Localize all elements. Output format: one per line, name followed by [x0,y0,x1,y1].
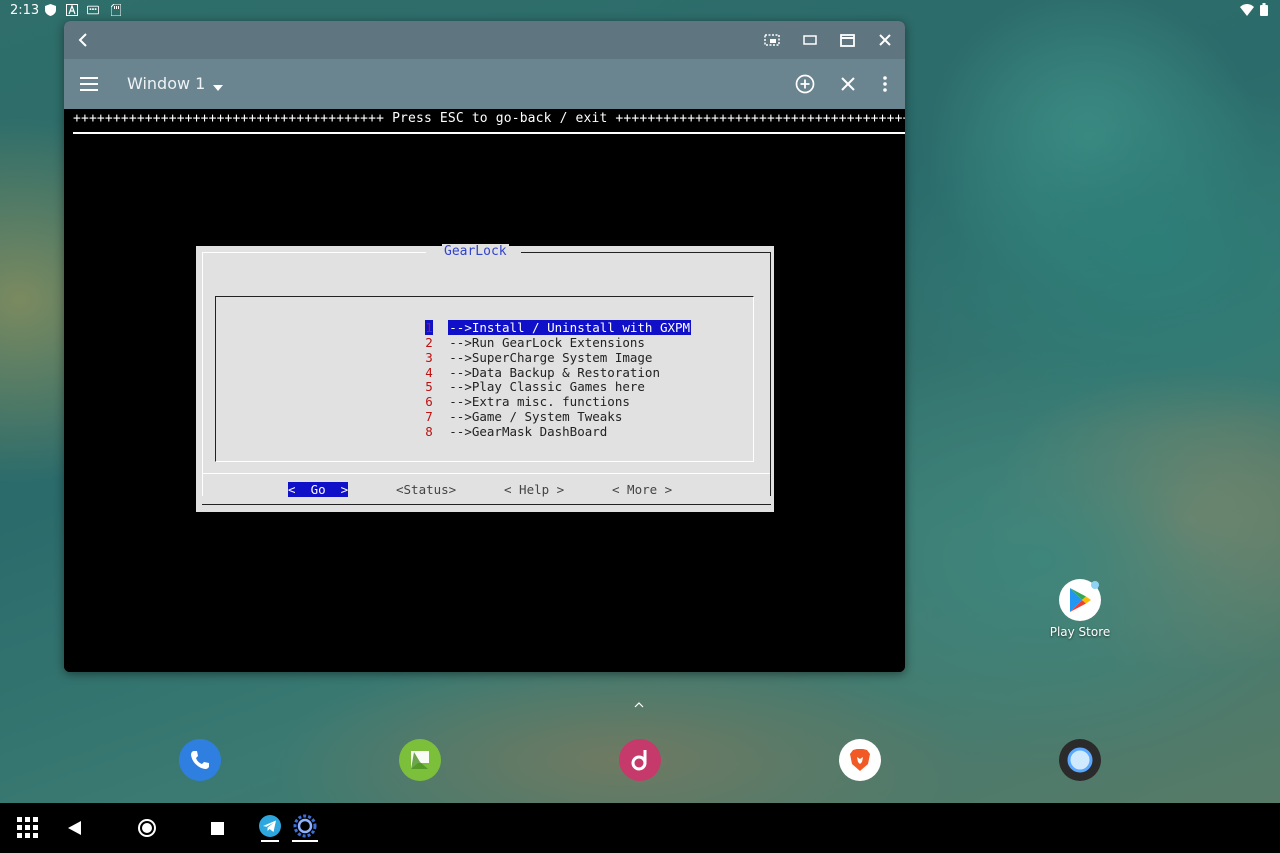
brave-browser-icon[interactable] [839,739,881,781]
help-button[interactable]: < Help > [504,482,564,497]
dialog-border [202,504,771,505]
terminal-toolbar: Window 1 [64,59,905,109]
wifi-icon [1240,3,1254,20]
menu-item-label: -->GearMask DashBoard [449,424,608,439]
dialog-border [202,252,203,496]
gearlock-dialog: GearLock 1 -->Install / Uninstall with GX… [196,244,774,512]
menu-item-install-gxpm[interactable]: 1 -->Install / Uninstall with GXPM [350,305,692,335]
status-bar: 2:13 [0,0,1280,22]
navigation-bar [0,803,1280,853]
chevron-up-icon[interactable] [634,700,644,711]
more-vert-icon[interactable] [872,71,898,97]
go-button[interactable]: < Go > [288,482,349,497]
status-time: 2:13 [10,3,40,18]
dialog-border [202,252,426,253]
menu-listbox: 1 -->Install / Uninstall with GXPM 2 -->Ru… [215,296,754,462]
telegram-icon[interactable] [258,814,282,842]
menu-item-games[interactable]: 5 -->Play Classic Games here [350,364,646,394]
menu-item-backup[interactable]: 4 -->Data Backup & Restoration [350,350,661,380]
add-circle-icon[interactable] [792,71,818,97]
keyboard-icon [87,4,99,16]
back-icon[interactable] [66,819,84,837]
more-button[interactable]: < More > [612,482,672,497]
terminal-window: Window 1 +++++++++++++++++++++++++++++++… [64,21,905,672]
esc-banner: +++++++++++++++++++++++++++++++++++++++ … [73,111,905,126]
dialog-title: GearLock [442,244,509,259]
banner-divider [73,132,905,134]
hamburger-menu-icon[interactable] [76,71,102,97]
back-arrow-icon[interactable] [71,28,95,52]
battery-icon [1260,3,1268,20]
menu-item-misc[interactable]: 6 -->Extra misc. functions [350,379,631,409]
shield-icon [44,4,56,16]
menu-item-number: 8 [425,424,433,439]
close-session-icon[interactable] [835,71,861,97]
menu-item-gearmask[interactable]: 8 -->GearMask DashBoard [350,409,608,439]
play-store-label: Play Store [1049,625,1111,639]
menu-item-supercharge[interactable]: 3 -->SuperCharge System Image [350,335,653,365]
phone-icon[interactable] [179,739,221,781]
font-a-icon [66,4,78,16]
dropdown-icon[interactable] [213,76,223,95]
maximize-window-icon[interactable] [835,28,859,52]
running-indicator [261,840,279,842]
dialog-border [521,252,771,253]
button-row-separator [202,473,770,474]
circle-app-icon[interactable] [1059,739,1101,781]
window-titlebar[interactable] [64,21,905,59]
picture-in-picture-icon[interactable] [760,28,784,52]
sd-card-icon [110,4,122,16]
messenger-icon[interactable] [399,739,441,781]
gearlock-icon[interactable] [292,814,318,842]
recents-icon[interactable] [208,819,226,837]
terminal-screen[interactable]: +++++++++++++++++++++++++++++++++++++++ … [64,109,905,672]
status-button[interactable]: <Status> [396,482,456,497]
menu-item-extensions[interactable]: 2 -->Run GearLock Extensions [350,320,646,350]
dialog-border [770,252,771,496]
music-icon[interactable] [619,739,661,781]
running-indicator [292,840,318,842]
notification-dot [1091,581,1099,589]
restore-window-icon[interactable] [798,28,822,52]
window-selector-title[interactable]: Window 1 [127,74,205,93]
app-grid-icon[interactable] [16,816,40,840]
close-window-icon[interactable] [873,28,897,52]
home-icon[interactable] [136,817,158,839]
menu-item-tweaks[interactable]: 7 -->Game / System Tweaks [350,394,623,424]
play-store-shortcut[interactable]: Play Store [1046,579,1114,639]
